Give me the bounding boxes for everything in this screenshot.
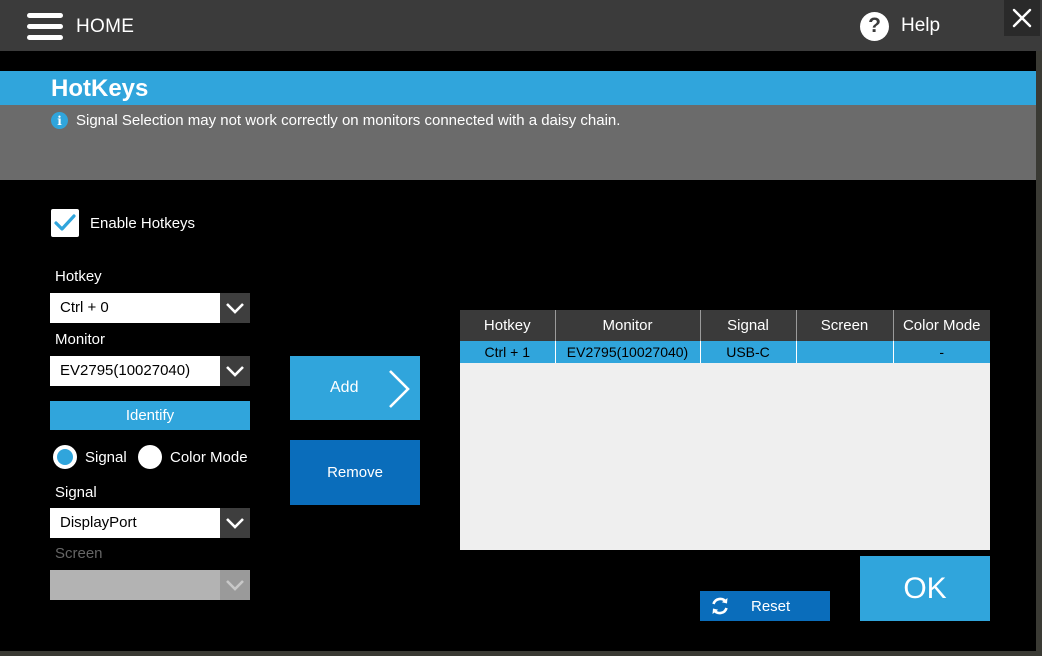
radio-color-mode[interactable]: Color Mode bbox=[138, 445, 248, 469]
column-header-hotkey[interactable]: Hotkey bbox=[460, 310, 556, 341]
chevron-down-icon bbox=[220, 570, 250, 600]
chevron-down-icon[interactable] bbox=[220, 293, 250, 323]
info-banner: i Signal Selection may not work correctl… bbox=[0, 105, 1036, 180]
enable-hotkeys-label: Enable Hotkeys bbox=[90, 214, 196, 232]
hotkeys-table: Hotkey Monitor Signal Screen Color Mode … bbox=[460, 310, 990, 550]
table-cell: EV2795(10027040) bbox=[555, 341, 701, 363]
checkbox-box[interactable] bbox=[51, 209, 79, 237]
chevron-down-icon[interactable] bbox=[220, 508, 250, 538]
radio-signal-dot[interactable] bbox=[53, 445, 77, 469]
checkmark-icon bbox=[54, 214, 76, 231]
hotkey-label: Hotkey bbox=[55, 268, 102, 285]
column-header-monitor[interactable]: Monitor bbox=[555, 310, 701, 341]
close-button[interactable] bbox=[1004, 0, 1040, 36]
title-bar: HOME ? Help bbox=[0, 0, 1042, 51]
refresh-icon bbox=[712, 597, 728, 615]
reset-button[interactable]: Reset bbox=[700, 591, 830, 621]
radio-signal-label: Signal bbox=[85, 448, 127, 466]
ok-button[interactable]: OK bbox=[860, 556, 990, 621]
column-header-color-mode[interactable]: Color Mode bbox=[893, 310, 990, 341]
menu-icon[interactable] bbox=[27, 13, 63, 40]
add-label: Add bbox=[330, 379, 359, 396]
screen-select bbox=[50, 570, 250, 600]
table-cell bbox=[796, 341, 894, 363]
screen-label: Screen bbox=[55, 545, 103, 562]
home-label[interactable]: HOME bbox=[76, 16, 134, 38]
monitor-value: EV2795(10027040) bbox=[60, 362, 191, 379]
monitor-select[interactable]: EV2795(10027040) bbox=[50, 356, 250, 386]
hotkey-select[interactable]: Ctrl + 0 bbox=[50, 293, 250, 323]
identify-button[interactable]: Identify bbox=[50, 401, 250, 430]
info-message: i Signal Selection may not work correctl… bbox=[51, 112, 620, 129]
info-text: Signal Selection may not work correctly … bbox=[76, 112, 621, 129]
help-icon: ? bbox=[860, 11, 889, 41]
title-banner: HotKeys bbox=[0, 71, 1036, 105]
signal-select[interactable]: DisplayPort bbox=[50, 508, 250, 538]
table-cell: - bbox=[893, 341, 990, 363]
page-title: HotKeys bbox=[51, 75, 149, 102]
column-header-signal[interactable]: Signal bbox=[700, 310, 797, 341]
table-row[interactable]: Ctrl + 1 EV2795(10027040) USB-C - bbox=[460, 341, 990, 363]
help-label: Help bbox=[901, 15, 941, 36]
close-icon bbox=[1012, 8, 1032, 28]
column-header-screen[interactable]: Screen bbox=[796, 310, 894, 341]
remove-button[interactable]: Remove bbox=[290, 440, 420, 505]
info-icon: i bbox=[51, 112, 68, 129]
signal-value: DisplayPort bbox=[60, 514, 137, 531]
reset-label: Reset bbox=[751, 597, 791, 615]
radio-color-mode-label: Color Mode bbox=[170, 448, 248, 466]
monitor-label: Monitor bbox=[55, 331, 106, 348]
hotkey-value: Ctrl + 0 bbox=[60, 299, 109, 316]
enable-hotkeys-checkbox[interactable]: Enable Hotkeys bbox=[51, 209, 195, 237]
hotkeys-panel: HotKeys i Signal Selection may not work … bbox=[0, 51, 1036, 651]
table-cell: Ctrl + 1 bbox=[460, 341, 556, 363]
radio-color-mode-dot[interactable] bbox=[138, 445, 162, 469]
radio-signal[interactable]: Signal bbox=[53, 445, 127, 469]
chevron-down-icon[interactable] bbox=[220, 356, 250, 386]
table-header: Hotkey Monitor Signal Screen Color Mode bbox=[460, 310, 990, 341]
table-cell: USB-C bbox=[700, 341, 797, 363]
help-button[interactable]: ? Help bbox=[860, 11, 940, 41]
chevron-right-icon bbox=[389, 370, 410, 408]
signal-label: Signal bbox=[55, 484, 97, 501]
add-button[interactable]: Add bbox=[290, 356, 420, 420]
